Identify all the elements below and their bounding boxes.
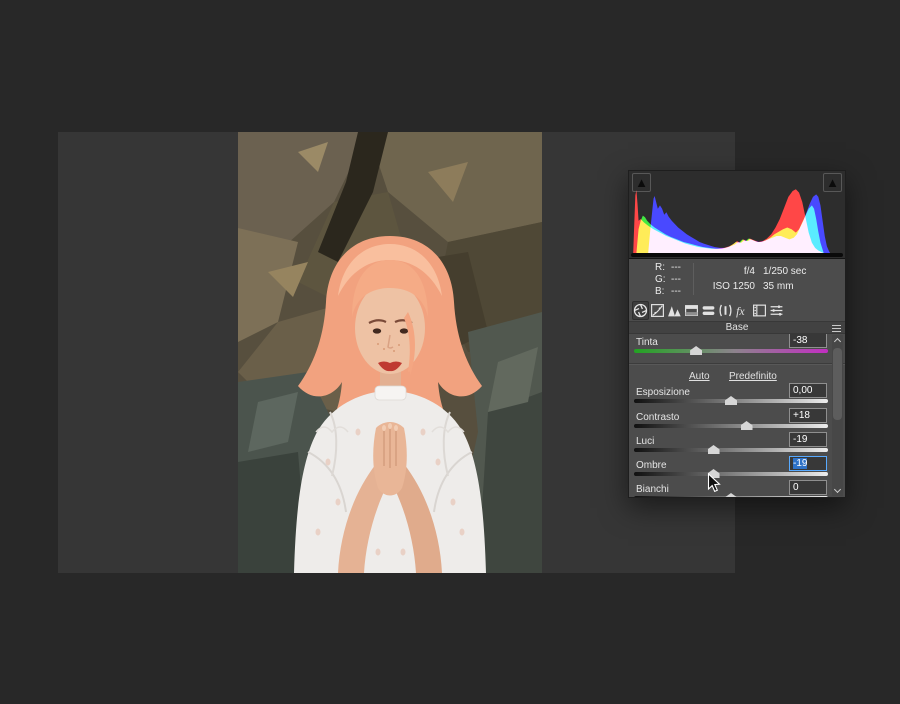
slider-row-bianchi: Bianchi 0 [629,480,845,497]
auto-link[interactable]: Auto [689,371,710,382]
tab-tone-curve[interactable] [649,301,666,320]
scroll-up-icon[interactable] [833,337,841,346]
presets-sliders-icon [770,304,783,316]
slider-thumb[interactable] [690,346,703,355]
slider-label: Ombre [636,460,667,471]
histogram[interactable]: ▲ ▲ [629,171,845,259]
tinta-value-input[interactable]: -38 [789,334,827,348]
lens-correction-icon [719,304,732,316]
scroll-down-icon[interactable] [833,485,841,494]
tab-presets[interactable] [768,301,785,320]
r-value: --- [671,262,681,273]
panel-title: Base [725,322,749,333]
fx-effects-icon: fx [736,304,745,317]
svg-text:fx: fx [736,304,745,317]
tab-split-toning[interactable] [700,301,717,320]
slider-label: Bianchi [636,484,669,495]
contrasto-slider-track[interactable] [634,421,828,430]
vertical-scrollbar[interactable] [832,335,843,496]
sharpen-detail-icon [668,305,681,316]
tab-detail[interactable] [666,301,683,320]
tab-camera-calibration[interactable] [751,301,768,320]
adjustments-panel: ▲ ▲ R: --- G: --- B: --- f/4 1/250 sec ISO … [628,170,846,498]
r-label: R: [655,262,665,273]
scrollbar-thumb[interactable] [833,348,842,420]
exif-values: f/4 1/250 sec ISO 1250 35 mm [699,266,807,292]
esposizione-value-input[interactable]: 0,00 [789,383,827,398]
tab-basic[interactable] [632,300,649,320]
slider-thumb[interactable] [740,421,753,430]
tab-effects[interactable]: fx [734,301,751,320]
luci-slider-track[interactable] [634,445,828,454]
split-toning-icon [702,305,715,315]
contrasto-value-input[interactable]: +18 [789,408,827,423]
slider-label: Tinta [636,337,658,348]
slider-label: Luci [636,436,655,447]
histogram-blue-channel [648,194,831,253]
slider-thumb[interactable] [707,445,720,454]
exif-info-bar: R: --- G: --- B: --- f/4 1/250 sec ISO 1250… [629,259,845,299]
aperture-value: f/4 [743,266,755,277]
esposizione-slider-track[interactable] [634,396,828,405]
focal-length-value: 35 mm [763,281,794,292]
iso-value: ISO 1250 [712,281,755,292]
tab-lens-corrections[interactable] [717,301,734,320]
panel-tabs: fx [629,299,845,321]
predefinito-link[interactable]: Predefinito [729,371,777,382]
b-value: --- [671,286,681,297]
sliders-area: Tinta -38 Auto Predefinito Esposizione 0… [629,334,845,497]
shutter-value: 1/250 sec [763,266,807,277]
luci-value-input[interactable]: -19 [789,432,827,447]
tab-hsl[interactable] [683,301,700,320]
aperture-icon [633,303,648,317]
divider [693,263,694,295]
tinta-slider-track[interactable] [634,346,828,355]
slider-row-tinta: Tinta -38 [629,334,845,361]
slider-thumb[interactable] [725,493,737,497]
panel-header: Base [629,321,845,334]
hsl-grayscale-icon [685,304,698,316]
auto-default-row: Auto Predefinito [629,371,845,383]
bianchi-slider-track[interactable] [634,493,828,497]
photo-illustration [238,132,542,573]
section-divider [629,363,845,364]
camera-raw-window: ▲ ▲ R: --- G: --- B: --- f/4 1/250 sec ISO … [0,0,900,704]
slider-thumb[interactable] [707,469,720,478]
slider-thumb[interactable] [725,396,737,405]
histogram-chart [633,189,831,253]
g-value: --- [671,274,681,285]
panel-menu-icon[interactable] [832,325,841,332]
rgb-readout: R: --- G: --- B: --- [655,262,701,297]
camera-calibration-icon [753,304,766,316]
slider-label: Esposizione [636,387,690,398]
photo-preview[interactable] [238,132,542,573]
ombre-value-input[interactable]: -19 [789,456,827,471]
slider-label: Contrasto [636,412,680,423]
b-label: B: [655,286,665,297]
ombre-slider-track[interactable] [634,469,828,478]
histogram-baseline [631,253,843,257]
tone-curve-icon [651,303,664,317]
g-label: G: [655,274,666,285]
bianchi-value-input[interactable]: 0 [789,480,827,495]
